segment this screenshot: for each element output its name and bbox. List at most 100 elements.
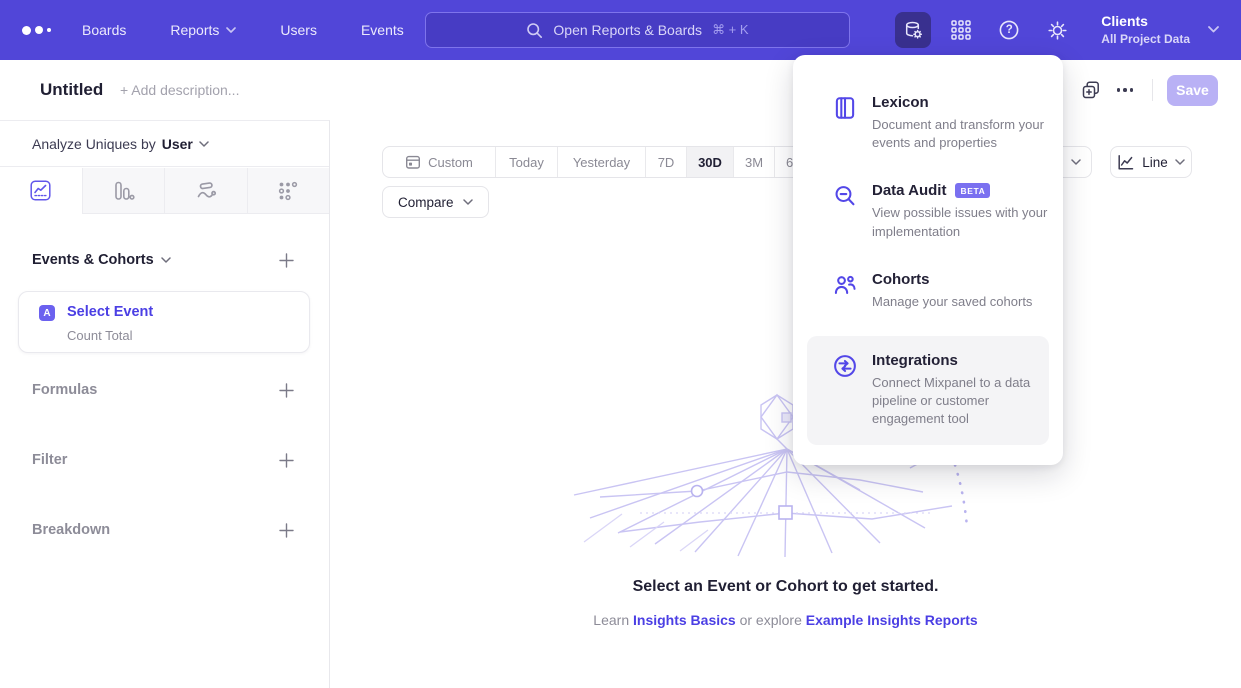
date-range-3m[interactable]: 3M	[733, 147, 774, 177]
cohorts-people-icon	[832, 272, 858, 298]
formulas-label: Formulas	[32, 382, 97, 398]
event-card[interactable]: A Select Event Count Total	[18, 291, 310, 353]
chevron-down-icon	[1175, 159, 1185, 165]
menu-item-title: Cohorts	[872, 271, 930, 288]
lexicon-book-icon	[832, 95, 858, 121]
bar-chart-tab-icon	[111, 180, 135, 202]
query-builder-sidebar: Analyze Uniques by User	[0, 120, 330, 688]
chart-type-dropdown[interactable]: Line	[1110, 146, 1192, 178]
add-formula-button[interactable]	[274, 378, 298, 402]
filter-row: Filter	[32, 446, 298, 474]
events-cohorts-label: Events & Cohorts	[32, 252, 154, 268]
breakdown-label: Breakdown	[32, 522, 110, 538]
date-range-more-dropdown[interactable]	[1059, 147, 1091, 177]
analyze-label: Analyze Uniques by	[32, 136, 156, 152]
add-filter-button[interactable]	[274, 448, 298, 472]
nav-item-label: Reports	[170, 22, 219, 38]
gear-icon	[1046, 19, 1069, 42]
select-event-button[interactable]: Select Event	[67, 304, 153, 320]
project-selector[interactable]: Clients All Project Data	[1101, 12, 1219, 47]
chevron-down-icon	[199, 141, 209, 147]
menu-item-description: Manage your saved cohorts	[872, 293, 1048, 311]
date-range-label: 30D	[698, 155, 722, 170]
settings-button[interactable]	[1039, 12, 1075, 48]
grid-icon	[950, 19, 972, 41]
filter-label: Filter	[32, 452, 67, 468]
analyze-entity-value: User	[162, 136, 193, 152]
menu-item-lexicon[interactable]: Lexicon Document and transform your even…	[793, 79, 1063, 167]
mixpanel-logo-icon	[22, 26, 62, 35]
breakdown-row: Breakdown	[32, 516, 298, 544]
tab-retention-dots[interactable]	[247, 168, 330, 214]
help-glyph: ?	[991, 12, 1027, 48]
search-shortcut: ⌘ + K	[712, 22, 749, 38]
chevron-down-icon	[226, 27, 236, 33]
add-description-field[interactable]: + Add description...	[120, 82, 239, 98]
date-range-7d[interactable]: 7D	[645, 147, 686, 177]
primary-nav: Boards Reports Users Events	[82, 22, 404, 38]
events-cohorts-header: Events & Cohorts	[32, 248, 298, 272]
chart-type-label: Line	[1142, 155, 1168, 170]
visualization-tabs	[0, 168, 329, 214]
nav-item-events[interactable]: Events	[361, 22, 404, 38]
integrations-sync-icon	[832, 353, 858, 379]
chevron-down-icon	[1208, 26, 1219, 33]
date-range-label: Yesterday	[573, 155, 630, 170]
header-actions: Save	[1074, 73, 1218, 107]
project-name: All Project Data	[1101, 31, 1190, 47]
global-search-input[interactable]: Open Reports & Boards ⌘ + K	[425, 12, 850, 48]
chevron-down-icon	[463, 199, 473, 205]
tab-bar-chart[interactable]	[82, 168, 165, 214]
chevron-down-icon	[1071, 159, 1081, 165]
date-range-label: Today	[509, 155, 544, 170]
data-management-button[interactable]	[895, 12, 931, 48]
empty-state-links: Learn Insights Basics or explore Example…	[330, 612, 1241, 628]
nav-item-users[interactable]: Users	[280, 22, 317, 38]
report-title[interactable]: Untitled	[40, 80, 103, 100]
date-range-today[interactable]: Today	[495, 147, 557, 177]
example-reports-link[interactable]: Example Insights Reports	[806, 612, 978, 628]
flow-tab-icon	[194, 180, 218, 202]
nav-item-label: Events	[361, 22, 404, 38]
beta-badge: BETA	[955, 183, 990, 198]
ellipsis-icon	[1117, 88, 1134, 92]
search-icon	[526, 22, 543, 39]
menu-item-description: Document and transform your events and p…	[872, 116, 1048, 152]
analyze-uniques-row: Analyze Uniques by User	[0, 121, 329, 167]
add-breakdown-button[interactable]	[274, 518, 298, 542]
data-management-menu: Lexicon Document and transform your even…	[793, 55, 1063, 465]
add-event-button[interactable]	[274, 248, 298, 272]
duplicate-button[interactable]	[1074, 73, 1108, 107]
menu-item-data-audit[interactable]: Data Audit BETA View possible issues wit…	[793, 167, 1063, 255]
menu-item-integrations[interactable]: Integrations Connect Mixpanel to a data …	[807, 336, 1049, 445]
events-cohorts-toggle[interactable]: Events & Cohorts	[32, 252, 171, 268]
learn-text: Learn	[593, 612, 629, 628]
event-metric-dropdown[interactable]: Count Total	[67, 328, 133, 343]
date-range-30d[interactable]: 30D	[686, 147, 733, 177]
compare-button[interactable]: Compare	[382, 186, 489, 218]
chevron-down-icon	[161, 257, 171, 263]
divider	[1152, 79, 1153, 101]
top-navbar: Boards Reports Users Events Open Reports…	[0, 0, 1241, 60]
help-button[interactable]: ?	[991, 12, 1027, 48]
nav-item-boards[interactable]: Boards	[82, 22, 126, 38]
date-range-custom[interactable]: Custom	[383, 147, 495, 177]
menu-item-title: Lexicon	[872, 94, 929, 111]
calendar-icon	[405, 154, 421, 170]
nav-item-reports[interactable]: Reports	[170, 22, 236, 38]
more-options-button[interactable]	[1108, 73, 1142, 107]
empty-state-title: Select an Event or Cohort to get started…	[330, 578, 1241, 596]
date-range-yesterday[interactable]: Yesterday	[557, 147, 645, 177]
save-button[interactable]: Save	[1167, 75, 1218, 106]
menu-item-cohorts[interactable]: Cohorts Manage your saved cohorts	[793, 256, 1063, 326]
apps-grid-button[interactable]	[943, 12, 979, 48]
analyze-entity-dropdown[interactable]: User	[162, 136, 209, 152]
menu-item-title: Data Audit	[872, 182, 946, 199]
insights-basics-link[interactable]: Insights Basics	[633, 612, 736, 628]
dots-grid-tab-icon	[277, 180, 299, 202]
menu-item-description: View possible issues with your implement…	[872, 204, 1048, 240]
tab-insights-line[interactable]	[0, 168, 82, 214]
tab-flows[interactable]	[164, 168, 247, 214]
line-chart-icon	[1117, 154, 1135, 171]
formulas-row: Formulas	[32, 376, 298, 404]
